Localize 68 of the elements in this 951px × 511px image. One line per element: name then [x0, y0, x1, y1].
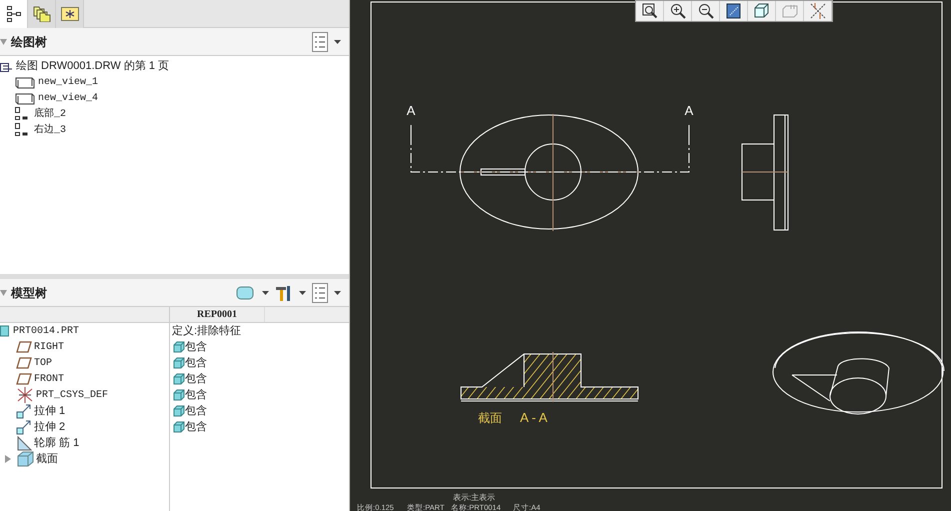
tree-item[interactable]: new_view_1	[0, 74, 349, 90]
table-cell-text: 包含	[185, 356, 207, 371]
panel-title: 绘图树	[11, 34, 47, 50]
tools-icon[interactable]	[275, 284, 293, 302]
sheet-icon	[0, 60, 12, 72]
table-cell-text: 包含	[185, 388, 207, 403]
table-cell-text: 定义:排除特征	[171, 324, 242, 339]
cube-display-icon[interactable]	[754, 3, 770, 19]
favorites-folder-icon	[60, 7, 78, 21]
tree-item[interactable]: 拉伸 1	[0, 403, 169, 419]
dropdown-caret-icon[interactable]	[334, 290, 341, 294]
section-mark: A	[406, 103, 416, 118]
part-icon	[0, 325, 10, 337]
section-caption: 截面	[478, 411, 502, 425]
expand-arrow-icon[interactable]	[5, 455, 11, 463]
tree-item[interactable]: RIGHT	[0, 339, 169, 355]
cube-icon	[173, 341, 185, 353]
rib-icon	[16, 435, 32, 451]
tree-item[interactable]: 底部_2	[0, 106, 349, 122]
zoom-in-icon[interactable]	[670, 3, 686, 19]
extrude-icon	[16, 403, 32, 419]
cube-icon	[173, 389, 185, 401]
tree-item[interactable]: TOP	[0, 355, 169, 371]
status-text: 表示:主表示	[453, 493, 496, 502]
tree-item[interactable]: new_view_4	[0, 90, 349, 106]
table-cell-text: 包含	[185, 372, 207, 387]
panel-tab[interactable]	[56, 0, 84, 28]
folders-icon	[32, 6, 50, 22]
cube-icon	[173, 373, 185, 385]
collapse-triangle-icon[interactable]	[0, 38, 7, 44]
collapse-triangle-icon[interactable]	[0, 290, 7, 296]
tree-item[interactable]: 截面	[0, 451, 169, 467]
view-icon	[14, 75, 36, 89]
table-cell-text: 包含	[185, 420, 207, 435]
tree-icon	[6, 6, 20, 22]
dropdown-caret-icon[interactable]	[299, 290, 306, 294]
repaint-icon[interactable]	[726, 3, 742, 19]
tree-item[interactable]: PRT_CSYS_DEF	[0, 387, 169, 403]
cube-icon	[173, 357, 185, 369]
plane-icon	[16, 357, 32, 369]
table-cell-text: 包含	[185, 340, 207, 355]
section-caption: A - A	[520, 410, 548, 425]
tree-item[interactable]: PRT0014.PRT	[0, 323, 169, 339]
section-mark: A	[684, 103, 694, 118]
list-settings-icon[interactable]	[312, 282, 328, 302]
tree-item[interactable]: 右边_3	[0, 122, 349, 138]
cube-icon	[173, 421, 185, 433]
section-icon	[16, 451, 34, 467]
dropdown-caret-icon[interactable]	[262, 290, 269, 294]
view-icon	[14, 91, 36, 105]
list-settings-icon[interactable]	[312, 32, 328, 52]
zoom-out-icon[interactable]	[698, 3, 714, 19]
tree-item[interactable]: FRONT	[0, 371, 169, 387]
dropdown-caret-icon[interactable]	[334, 40, 341, 44]
panel-tab[interactable]	[0, 0, 28, 28]
tree-item[interactable]: 拉伸 2	[0, 419, 169, 435]
datum-axes-icon[interactable]	[810, 3, 826, 19]
plane-icon	[16, 341, 32, 353]
table-cell-text: 包含	[185, 404, 207, 419]
tree-item[interactable]: 轮廓 筋 1	[0, 435, 169, 451]
tree-item[interactable]: 绘图 DRW0001.DRW 的第 1 页	[0, 58, 349, 74]
panel-title: 模型树	[11, 284, 47, 302]
cube-icon[interactable]	[236, 284, 256, 300]
csys-icon	[16, 387, 34, 403]
plane-icon	[16, 373, 32, 385]
zoom-window-icon[interactable]	[642, 3, 658, 19]
cube-icon	[173, 405, 185, 417]
extrude-icon	[16, 419, 32, 435]
